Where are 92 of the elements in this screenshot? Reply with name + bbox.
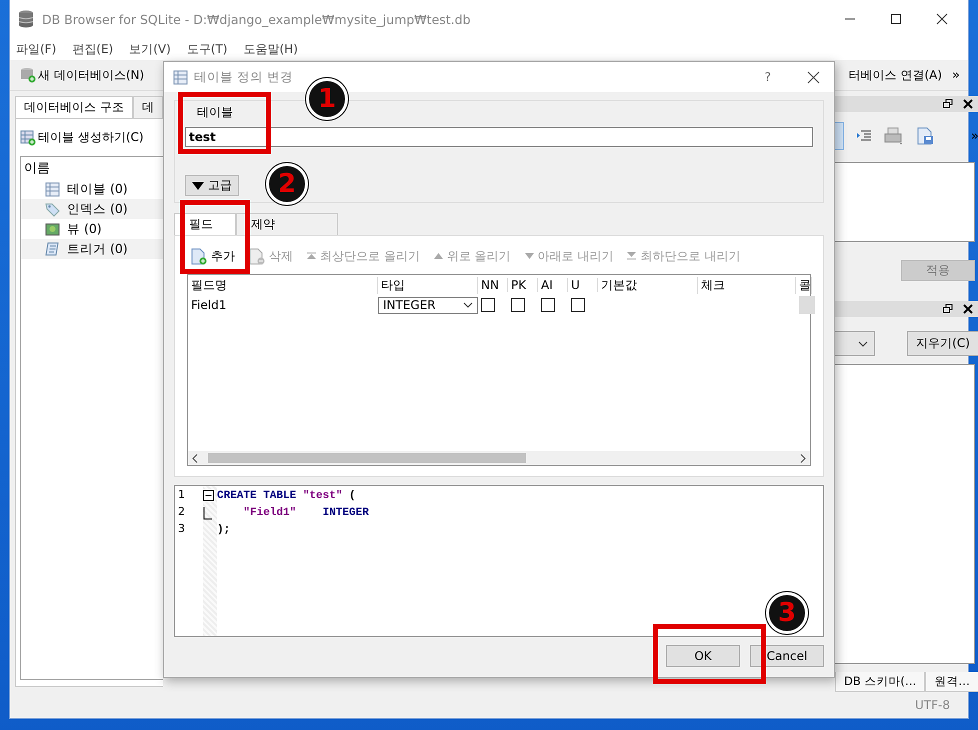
tree-item[interactable]: 인덱스 (0) [21,199,163,219]
tree-item-label: 뷰 (0) [67,220,102,238]
table-icon [173,70,188,84]
column-header: 타입 [378,276,478,294]
checkbox[interactable] [571,298,585,312]
tree-item[interactable]: 트리거 (0) [21,239,163,259]
clear-button[interactable]: 지우기(C) [907,331,978,356]
close-icon[interactable] [962,304,973,314]
line-number: 3 [177,522,186,537]
group-label: 테이블 [196,104,234,121]
line-number: 2 [177,505,186,520]
text-area[interactable] [835,162,975,242]
line-number: 1 [177,488,186,503]
tab[interactable]: 데 [132,96,163,118]
table-cell[interactable]: Field1 [188,298,378,312]
advanced-button[interactable]: 고급 [185,175,239,196]
close-icon[interactable] [962,99,973,109]
code-line: ); [217,523,232,538]
tab[interactable]: 원격… [925,672,978,692]
toolbar-overflow[interactable]: » [946,68,968,82]
close-icon[interactable] [936,13,948,25]
database-icon [18,10,34,28]
code-line: "Field1" INTEGER [242,506,369,521]
open-database-button[interactable]: 터베이스 연결(A) [844,64,946,86]
database-add-icon [20,67,36,83]
scroll-icon [45,242,60,256]
tree-item-label: 테이블 (0) [67,180,128,198]
arrow-down-icon [524,253,534,259]
column-header: 이름 [23,160,51,178]
table-icon [45,182,60,196]
tab[interactable]: 필드 [174,213,236,235]
collapse-icon[interactable] [203,490,214,501]
arrow-up-icon [434,253,443,259]
column-header: NN [478,278,508,292]
tree-item[interactable]: 뷰 (0) [21,219,163,239]
checkbox[interactable] [511,298,525,312]
table-add-icon [20,130,36,146]
column-header: 기본값 [598,276,698,294]
create-table-button[interactable]: 테이블 생성하기(C) [16,127,148,148]
type-dropdown[interactable]: INTEGER [378,296,478,314]
table-cell[interactable] [799,296,815,314]
tree-item-label: 인덱스 (0) [67,200,128,218]
new-database-button[interactable]: 새 데이터베이스(N) [16,64,148,86]
toolbar-button[interactable]: 추가 [191,248,235,264]
scrollbar-thumb[interactable] [208,453,526,463]
restore-icon[interactable] [942,99,953,109]
chevron-down-icon [463,302,473,308]
column-header: AI [538,278,568,292]
move-top-icon [307,252,316,260]
dialog-title: 테이블 정의 변경 [194,68,293,86]
move-bottom-icon [627,252,636,260]
dialog-button[interactable]: Cancel [750,645,824,667]
help-button[interactable]: ? [764,70,771,84]
toolbar-overflow[interactable]: » [970,128,978,144]
tab[interactable]: 데이터베이스 구조 [15,96,133,118]
checkbox[interactable] [541,298,555,312]
menu-item[interactable]: 도움말(H) [244,40,298,58]
column-header: PK [508,278,538,292]
tab[interactable]: DB 스키마(… [835,672,926,692]
printer-icon[interactable] [884,127,904,145]
document-add-icon [191,248,207,264]
column-header: 체크 [698,276,796,294]
document-save-icon[interactable] [916,127,934,145]
tree-item[interactable]: 테이블 (0) [21,179,163,199]
picture-icon [45,222,60,236]
fold-end-icon [203,507,212,521]
window-title: DB Browser for SQLite - D:₩django_example₩mysite_jump₩test.db [42,12,471,26]
triangle-down-icon [192,182,204,190]
column-header: 콜 [796,276,812,294]
checkbox[interactable] [481,298,495,312]
chevron-left-icon[interactable] [192,454,198,462]
menu-item[interactable]: 도구(T) [186,40,228,58]
code-line: CREATE TABLE "test" ( [217,489,357,504]
column-header: 필드명 [188,276,378,294]
chevron-right-icon[interactable] [800,454,806,462]
toggle-button[interactable] [835,122,844,150]
column-header: U [568,278,598,292]
tab[interactable]: 제약 [236,213,338,235]
close-icon[interactable] [807,70,820,84]
dialog-button[interactable]: OK [666,645,740,667]
restore-icon[interactable] [942,304,953,314]
table-name-field[interactable]: test [185,127,813,147]
tree-item-label: 트리거 (0) [67,240,128,258]
menu-item[interactable]: 보기(V) [129,40,171,58]
maximize-icon[interactable] [890,13,902,25]
chevron-down-icon [858,340,868,346]
tag-icon [45,202,60,216]
menu-item[interactable]: 편집(E) [72,40,114,58]
horizontal-scrollbar[interactable] [188,451,810,465]
encoding-label: UTF-8 [915,698,950,712]
menu-item[interactable]: 파일(F) [16,40,56,58]
document-remove-icon [249,248,265,264]
